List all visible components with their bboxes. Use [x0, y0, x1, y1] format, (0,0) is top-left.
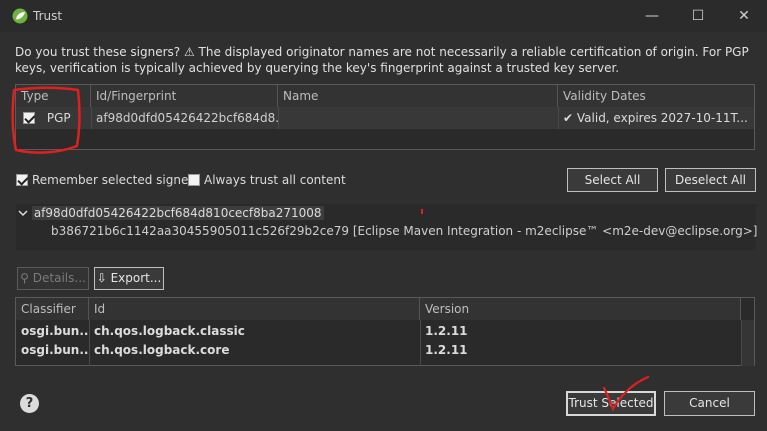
close-button[interactable]: ✕	[721, 0, 767, 32]
signer-name-cell	[278, 108, 558, 128]
deselect-all-button[interactable]: Deselect All	[665, 168, 756, 192]
minimize-icon: —	[645, 8, 659, 24]
close-icon: ✕	[738, 8, 750, 24]
export-icon: ⇩	[96, 271, 107, 285]
artifacts-table: Classifier Id Version osgi.bun... ch.qos…	[15, 297, 755, 366]
tree-root-item[interactable]: af98d0dfd05426422bcf684d810cecf8ba271008	[18, 206, 324, 220]
window-title: Trust	[33, 9, 63, 23]
tree-child-item[interactable]: b386721b6c1142aa30455905011c526f29b2ce79…	[51, 224, 757, 238]
minimize-button[interactable]: —	[629, 0, 675, 32]
artifact-version-cell[interactable]: 1.2.11	[420, 340, 741, 360]
column-header-version[interactable]: Version	[420, 298, 741, 320]
maximize-button[interactable]: ☐	[675, 0, 721, 32]
artifact-version-cell[interactable]: 1.2.11	[420, 321, 741, 341]
signer-validity-text: Valid, expires 2027-10-11T...	[576, 111, 748, 125]
artifact-classifier-cell[interactable]: osgi.bun...	[16, 340, 89, 360]
cancel-button[interactable]: Cancel	[664, 391, 755, 416]
spring-logo-icon	[12, 8, 28, 24]
search-icon: ⚲	[20, 271, 29, 285]
remember-signers-label: Remember selected signers	[32, 173, 200, 187]
artifact-classifier-cell[interactable]: osgi.bun...	[16, 321, 89, 341]
column-header-validity[interactable]: Validity Dates	[558, 85, 754, 107]
key-tree: af98d0dfd05426422bcf684d810cecf8ba271008…	[16, 204, 757, 250]
always-trust-label: Always trust all content	[204, 173, 346, 187]
column-header-fingerprint[interactable]: Id/Fingerprint	[91, 85, 278, 107]
chevron-down-icon[interactable]	[18, 208, 28, 218]
artifact-id-cell[interactable]: ch.qos.logback.core	[89, 340, 420, 360]
always-trust-checkbox[interactable]	[188, 174, 200, 186]
export-label: Export...	[110, 271, 162, 285]
signer-type-label: PGP	[46, 111, 71, 125]
details-button[interactable]: ⚲ Details...	[17, 267, 89, 290]
trust-prompt-text: Do you trust these signers? ⚠ The displa…	[15, 45, 749, 75]
help-icon[interactable]: ?	[20, 394, 39, 413]
column-header-id[interactable]: Id	[89, 298, 420, 320]
signer-validity-cell: ✔ Valid, expires 2027-10-11T...	[558, 108, 754, 128]
maximize-icon: ☐	[691, 8, 705, 24]
vertical-scrollbar[interactable]	[741, 320, 754, 366]
signers-table: Type Id/Fingerprint Name Validity Dates …	[15, 84, 755, 150]
trust-selected-button[interactable]: Trust Selected	[566, 391, 656, 416]
signer-fingerprint-cell: af98d0dfd05426422bcf684d8...	[96, 111, 278, 125]
artifact-id-cell[interactable]: ch.qos.logback.classic	[89, 321, 420, 341]
column-header-classifier[interactable]: Classifier	[16, 298, 89, 320]
details-label: Details...	[32, 271, 86, 285]
select-all-button[interactable]: Select All	[567, 168, 658, 192]
always-trust-option[interactable]: Always trust all content	[188, 172, 346, 188]
remember-signers-option[interactable]: Remember selected signers	[16, 172, 200, 188]
export-button[interactable]: ⇩ Export...	[94, 267, 164, 290]
remember-signers-checkbox[interactable]	[16, 174, 28, 186]
column-header-type[interactable]: Type	[16, 85, 91, 107]
signer-checkbox[interactable]	[23, 112, 35, 124]
title-bar: Trust — ☐ ✕	[0, 0, 767, 32]
column-header-name[interactable]: Name	[278, 85, 558, 107]
valid-check-icon: ✔	[563, 111, 574, 125]
tree-root-fingerprint: af98d0dfd05426422bcf684d810cecf8ba271008	[31, 206, 324, 220]
signer-type-cell[interactable]: PGP	[16, 108, 91, 128]
